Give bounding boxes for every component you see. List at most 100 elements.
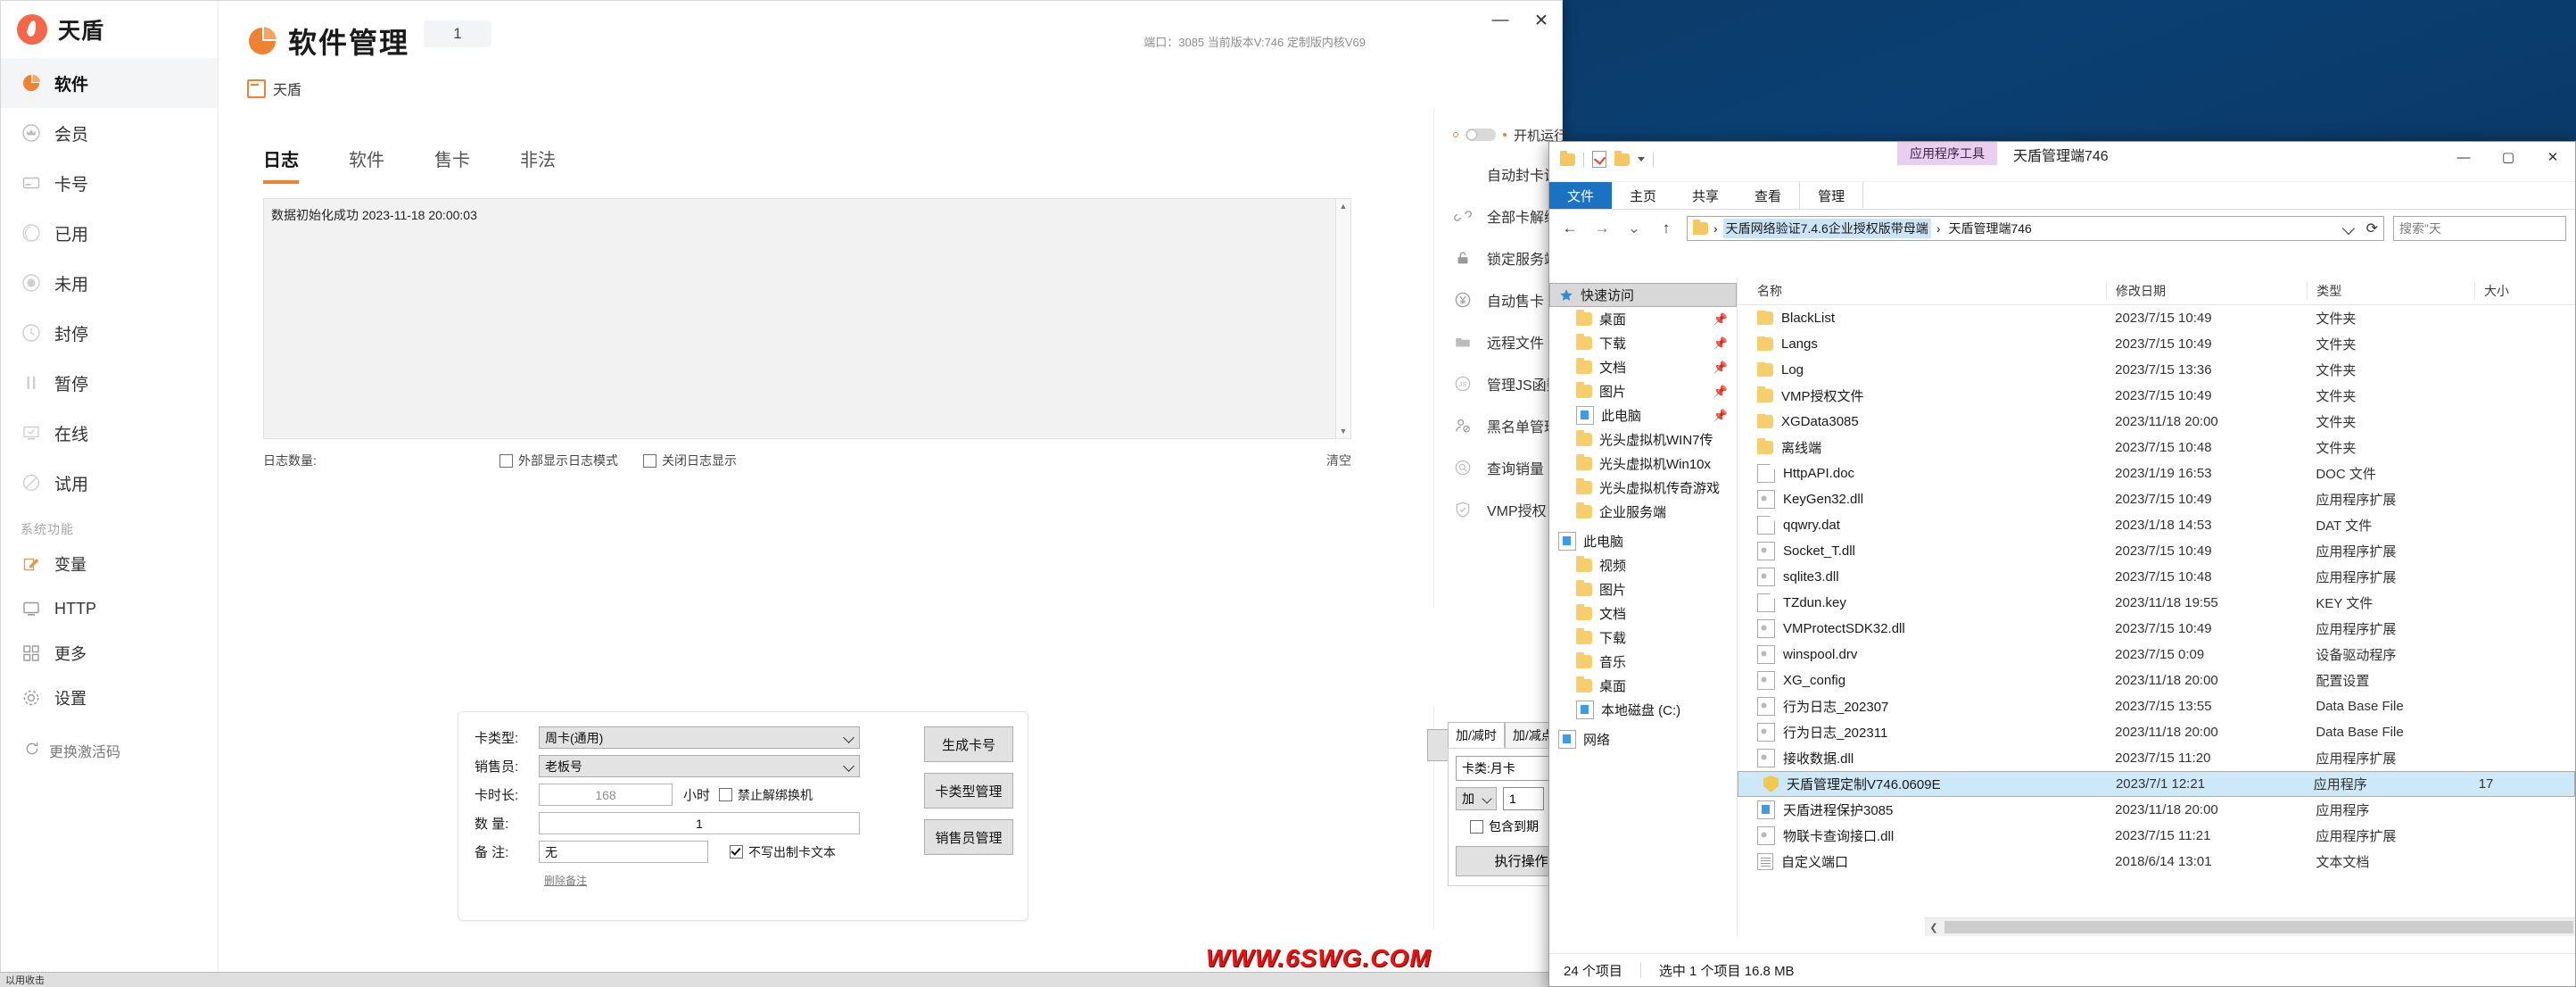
table-row[interactable]: XGData3085 2023/11/18 20:00 文件夹 xyxy=(1738,409,2575,435)
checkbox-no-write-text[interactable]: 不写出制卡文本 xyxy=(730,843,836,861)
address-breadcrumb[interactable]: › 天盾网络验证7.4.6企业授权版带母端 › 天盾管理端746 ⟳ xyxy=(1687,216,2384,241)
startup-toggle[interactable] xyxy=(1466,129,1496,141)
nav-item-vm-win10[interactable]: 光头虚拟机Win10x xyxy=(1549,452,1737,476)
table-row[interactable]: 离线端 2023/7/15 10:48 文件夹 xyxy=(1738,435,2575,460)
table-row[interactable]: winspool.drv 2023/7/15 0:09 设备驱动程序 xyxy=(1738,642,2575,668)
nav-item-documents[interactable]: 文档 📌 xyxy=(1549,355,1737,379)
table-row[interactable]: 物联卡查询接口.dll 2023/7/15 11:21 应用程序扩展 xyxy=(1738,823,2575,849)
sidebar-item-member[interactable]: 会员 xyxy=(1,108,218,158)
table-row[interactable]: KeyGen32.dll 2023/7/15 10:49 应用程序扩展 xyxy=(1738,486,2575,512)
note-select[interactable]: 无 xyxy=(539,841,708,863)
folder-icon[interactable] xyxy=(1560,150,1575,166)
breadcrumb-parent[interactable]: 天盾网络验证7.4.6企业授权版带母端 xyxy=(1722,219,1931,238)
nav-item-videos[interactable]: 视频 xyxy=(1549,553,1737,577)
nav-item-pictures-pc[interactable]: 图片 xyxy=(1549,577,1737,601)
sidebar-item-trial[interactable]: 试用 xyxy=(1,458,218,508)
pin-icon[interactable]: 📌 xyxy=(1713,409,1728,423)
nav-item-vm-legend-game[interactable]: 光头虚拟机传奇游戏 xyxy=(1549,476,1737,500)
nav-item-desktop[interactable]: 桌面 📌 xyxy=(1549,307,1737,331)
sidebar-item-http[interactable]: HTTP xyxy=(1,586,218,631)
ribbon-tab-share[interactable]: 共享 xyxy=(1674,182,1737,209)
table-row[interactable]: TZdun.key 2023/11/18 19:55 KEY 文件 xyxy=(1738,590,2575,616)
pin-icon[interactable]: 📌 xyxy=(1713,361,1728,375)
chevron-down-icon[interactable] xyxy=(1638,157,1645,162)
ribbon-tab-file[interactable]: 文件 xyxy=(1549,182,1613,209)
checkbox-include-expire[interactable]: 包含到期 xyxy=(1470,817,1539,835)
seller-manage-button[interactable]: 销售员管理 xyxy=(924,819,1013,855)
sidebar-item-banned[interactable]: 封停 xyxy=(1,308,218,358)
table-row[interactable]: BlackList 2023/7/15 10:49 文件夹 xyxy=(1738,305,2575,331)
table-row[interactable]: Socket_T.dll 2023/7/15 10:49 应用程序扩展 xyxy=(1738,538,2575,564)
column-header-name[interactable]: 名称 xyxy=(1738,282,2106,300)
search-input[interactable]: 搜索"天 xyxy=(2393,216,2566,241)
nav-item-vm-win7[interactable]: 光头虚拟机WIN7传 xyxy=(1549,427,1737,452)
table-row[interactable]: 接收数据.dll 2023/7/15 11:20 应用程序扩展 xyxy=(1738,745,2575,771)
maximize-button[interactable]: ▢ xyxy=(2486,142,2531,172)
back-button[interactable]: ← xyxy=(1558,220,1581,237)
sidebar-item-paused[interactable]: 暂停 xyxy=(1,358,218,408)
nav-item-network[interactable]: 网络 xyxy=(1549,727,1737,751)
nav-item-music[interactable]: 音乐 xyxy=(1549,650,1737,674)
nav-item-documents-pc[interactable]: 文档 xyxy=(1549,601,1737,626)
card-type-select[interactable]: 周卡(通用) xyxy=(539,726,860,749)
addsub-operation-select[interactable]: 加 xyxy=(1456,787,1497,810)
sidebar-item-unused[interactable]: 未用 xyxy=(1,258,218,308)
nav-item-this-pc[interactable]: 此电脑 xyxy=(1549,529,1737,553)
delete-note-link[interactable]: 删除备注 xyxy=(544,873,587,888)
card-type-manage-button[interactable]: 卡类型管理 xyxy=(924,773,1013,809)
clear-log-button[interactable]: 清空 xyxy=(1326,452,1351,469)
tab-sellcard[interactable]: 售卡 xyxy=(434,145,470,184)
tab-add-subtract-time[interactable]: 加/减时 xyxy=(1448,722,1505,748)
table-row[interactable]: XG_config 2023/11/18 20:00 配置设置 xyxy=(1738,668,2575,693)
generate-card-button[interactable]: 生成卡号 xyxy=(924,726,1013,762)
sidebar-item-settings[interactable]: 设置 xyxy=(1,676,218,720)
column-header-type[interactable]: 类型 xyxy=(2307,282,2474,300)
sidebar-item-cardno[interactable]: 卡号 xyxy=(1,158,218,208)
scroll-thumb[interactable] xyxy=(1944,921,2573,933)
ribbon-tab-manage[interactable]: 管理 xyxy=(1799,182,1864,209)
nav-item-downloads-pc[interactable]: 下载 xyxy=(1549,626,1737,650)
ribbon-tab-view[interactable]: 查看 xyxy=(1737,182,1799,209)
pin-icon[interactable]: 📌 xyxy=(1713,336,1728,351)
table-row[interactable]: VMP授权文件 2023/7/15 10:49 文件夹 xyxy=(1738,383,2575,409)
forward-button[interactable]: → xyxy=(1590,220,1614,237)
tab-log[interactable]: 日志 xyxy=(263,145,299,184)
checkbox-external-log[interactable]: 外部显示日志模式 xyxy=(500,452,618,469)
nav-item-desktop-pc[interactable]: 桌面 xyxy=(1549,674,1737,698)
breadcrumb-current[interactable]: 天盾管理端746 xyxy=(1945,219,2034,238)
table-row[interactable]: sqlite3.dll 2023/7/15 10:48 应用程序扩展 xyxy=(1738,564,2575,590)
horizontal-scrollbar[interactable]: ❮ xyxy=(1925,917,2575,936)
close-button[interactable]: ✕ xyxy=(2531,142,2575,172)
sidebar-item-more[interactable]: 更多 xyxy=(1,631,218,676)
table-row[interactable]: 行为日志_202311 2023/11/18 20:00 Data Base Fil… xyxy=(1738,719,2575,745)
table-row[interactable]: Langs 2023/7/15 10:49 文件夹 xyxy=(1738,331,2575,357)
scroll-down-icon[interactable]: ▼ xyxy=(1336,424,1350,438)
up-button[interactable]: ↑ xyxy=(1655,220,1678,237)
checkbox-forbid-unbind[interactable]: 禁止解绑换机 xyxy=(719,786,813,804)
tab-software[interactable]: 软件 xyxy=(349,145,384,184)
table-row[interactable]: VMProtectSDK32.dll 2023/7/15 10:49 应用程序扩展 xyxy=(1738,616,2575,642)
sidebar-item-used[interactable]: 已用 xyxy=(1,208,218,258)
table-row[interactable]: HttpAPI.doc 2023/1/19 16:53 DOC 文件 xyxy=(1738,460,2575,486)
table-row[interactable]: 自定义端口 2018/6/14 13:01 文本文档 xyxy=(1738,849,2575,875)
table-row[interactable]: 天盾管理定制V746.0609E 2023/7/1 12:21 应用程序 17 xyxy=(1738,771,2575,797)
addsub-amount-input[interactable]: 1 xyxy=(1503,787,1544,810)
chevron-down-icon[interactable] xyxy=(2341,221,2356,236)
table-row[interactable]: qqwry.dat 2023/1/18 14:53 DAT 文件 xyxy=(1738,512,2575,538)
seller-select[interactable]: 老板号 xyxy=(539,755,860,777)
quantity-input[interactable]: 1 xyxy=(539,812,860,834)
table-row[interactable]: 行为日志_202307 2023/7/15 13:55 Data Base File xyxy=(1738,693,2575,719)
nav-item-downloads[interactable]: 下载 📌 xyxy=(1549,331,1737,355)
properties-icon[interactable] xyxy=(1592,151,1606,168)
pin-icon[interactable]: 📌 xyxy=(1713,312,1728,327)
nav-item-local-disk-c[interactable]: 本地磁盘 (C:) xyxy=(1549,698,1737,722)
refresh-icon[interactable]: ⟳ xyxy=(2366,220,2378,237)
column-header-size[interactable]: 大小 xyxy=(2474,282,2575,300)
card-duration-input[interactable]: 168 xyxy=(539,784,673,806)
pin-icon[interactable]: 📌 xyxy=(1713,385,1728,399)
table-row[interactable]: 天盾进程保护3085 2023/11/18 20:00 应用程序 xyxy=(1738,797,2575,823)
minimize-button[interactable]: — xyxy=(2441,142,2486,172)
tab-illegal[interactable]: 非法 xyxy=(520,145,556,184)
sidebar-item-variables[interactable]: 变量 xyxy=(1,542,218,586)
change-activation-code[interactable]: 更换激活码 xyxy=(1,740,218,761)
